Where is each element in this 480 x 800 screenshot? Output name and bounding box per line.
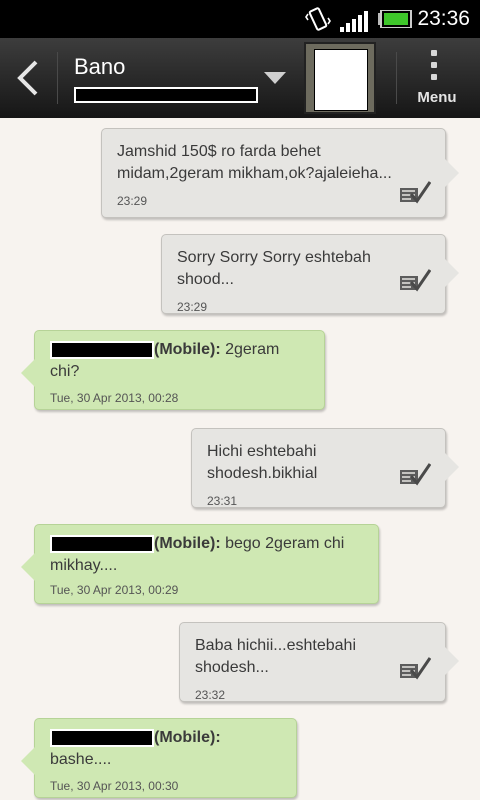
message-time: 23:32 [195, 688, 226, 702]
sender-suffix: (Mobile): [154, 535, 221, 552]
message-text: (Mobile): bashe.... [35, 719, 296, 771]
status-clock: 23:36 [417, 7, 470, 30]
message-text: Jamshid 150$ ro farda behet midam,2geram… [117, 143, 392, 182]
conversation-header: Bano Menu [0, 38, 480, 118]
vibrate-icon [305, 7, 331, 31]
message-bubble-sent[interactable]: Jamshid 150$ ro farda behet midam,2geram… [101, 128, 459, 218]
delivered-check-icon [400, 269, 431, 292]
message-time: 23:31 [207, 494, 238, 508]
overflow-dots-icon [431, 50, 437, 86]
message-bubble-sent[interactable]: Sorry Sorry Sorry eshtebah shood... 23:2… [161, 234, 459, 314]
status-bar: 23:36 [0, 0, 480, 38]
message-time: Tue, 30 Apr 2013, 00:30 [50, 779, 179, 793]
message-text: (Mobile): bego 2geram chi mikhay.... [35, 525, 378, 577]
sender-suffix: (Mobile): [154, 341, 221, 358]
message-bubble-sent[interactable]: Hichi eshtebahi shodesh.bikhial 23:31 [191, 428, 459, 508]
message-time: Tue, 30 Apr 2013, 00:29 [50, 583, 179, 597]
message-time: Tue, 30 Apr 2013, 00:28 [50, 391, 179, 405]
message-time: 23:29 [117, 194, 148, 208]
redacted-phone-number [74, 87, 258, 103]
message-text: (Mobile): 2geram chi? [35, 331, 324, 383]
avatar-redacted-photo [314, 49, 368, 111]
contact-name: Bano [74, 54, 126, 79]
header-divider [57, 52, 58, 104]
menu-button[interactable]: Menu [398, 38, 480, 118]
message-bubble-received[interactable]: (Mobile): 2geram chi? Tue, 30 Apr 2013, … [21, 330, 325, 410]
contact-avatar[interactable] [304, 42, 376, 114]
menu-label: Menu [417, 89, 457, 106]
delivered-check-icon [400, 463, 431, 486]
delivered-check-icon [400, 181, 431, 204]
redacted-sender-name [50, 534, 154, 553]
redacted-sender-name [50, 340, 154, 359]
sender-suffix: (Mobile): [154, 729, 221, 746]
redacted-sender-name [50, 728, 154, 747]
message-body: bashe.... [50, 751, 112, 768]
message-bubble-sent[interactable]: Baba hichii...eshtebahi shodesh... 23:32 [179, 622, 459, 702]
signal-icon [340, 11, 368, 32]
back-button[interactable] [0, 38, 56, 118]
triangle-down-icon [264, 72, 286, 84]
battery-icon [378, 10, 412, 28]
header-divider [396, 52, 397, 104]
message-time: 23:29 [177, 300, 208, 314]
chevron-left-icon [17, 60, 38, 96]
message-bubble-received[interactable]: (Mobile): bashe.... Tue, 30 Apr 2013, 00… [21, 718, 297, 798]
message-bubble-received[interactable]: (Mobile): bego 2geram chi mikhay.... Tue… [21, 524, 379, 604]
delivered-check-icon [400, 657, 431, 680]
